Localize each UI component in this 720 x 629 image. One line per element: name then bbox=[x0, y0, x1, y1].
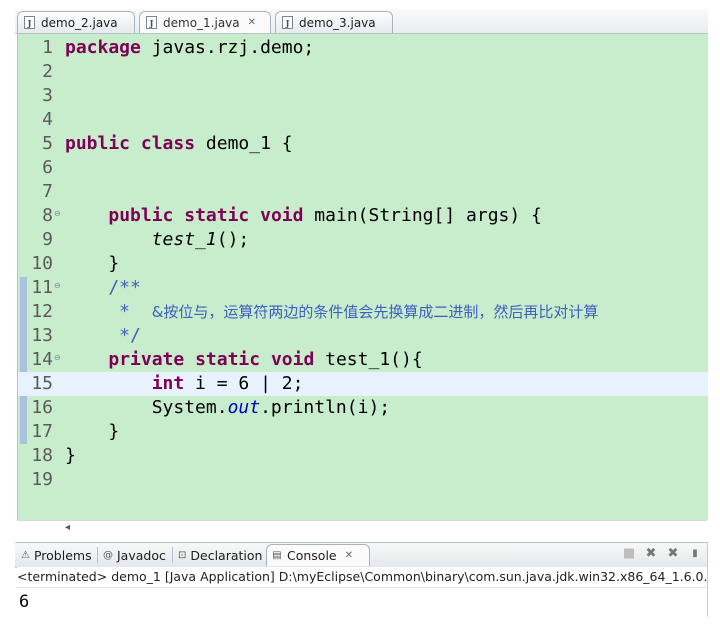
java-file-icon: J bbox=[146, 16, 157, 29]
code-text: public static void main(String[] args) { bbox=[108, 205, 542, 226]
code-line[interactable]: 5 public class demo_1 { bbox=[18, 132, 708, 156]
code-line[interactable]: 10 } bbox=[18, 252, 708, 276]
panel-border bbox=[707, 542, 708, 617]
tab-label: demo_3.java bbox=[299, 15, 376, 30]
line-number: 6 bbox=[42, 157, 53, 178]
fold-toggle-icon[interactable]: ⊖ bbox=[54, 353, 61, 362]
code-line[interactable]: 3 bbox=[18, 84, 708, 108]
line-number: 4 bbox=[42, 109, 53, 130]
tab-javadoc[interactable]: @ Javadoc bbox=[99, 544, 171, 566]
tab-demo-1[interactable]: J demo_1.java ✕ bbox=[139, 11, 271, 33]
code-text: int i = 6 | 2; bbox=[151, 373, 304, 394]
code-line[interactable]: 17 } bbox=[18, 420, 708, 444]
line-number: 14 bbox=[31, 349, 53, 370]
console-toolbar: ■ ✖ ✖ ▮ bbox=[622, 546, 702, 561]
tab-label: Console bbox=[287, 548, 337, 563]
line-number: 1 bbox=[42, 37, 53, 58]
problems-icon: ⚠ bbox=[21, 549, 30, 561]
code-text: } bbox=[65, 421, 120, 442]
code-editor[interactable]: 1 package javas.rzj.demo; 2 3 4 5 public… bbox=[17, 34, 708, 520]
code-line[interactable]: 8 ⊖ public static void main(String[] arg… bbox=[18, 204, 708, 228]
code-line[interactable]: 2 bbox=[18, 60, 708, 84]
code-text: System.out.println(i); bbox=[151, 397, 391, 418]
tab-demo-2[interactable]: J demo_2.java bbox=[17, 11, 135, 33]
javadoc-icon: @ bbox=[103, 549, 113, 561]
code-text: public class demo_1 { bbox=[65, 133, 293, 154]
code-line[interactable]: 1 package javas.rzj.demo; bbox=[18, 36, 708, 60]
remove-all-icon[interactable]: ✖ bbox=[666, 546, 680, 561]
code-line[interactable]: 18 } bbox=[18, 444, 708, 468]
line-number: 10 bbox=[31, 253, 53, 274]
code-text: private static void test_1(){ bbox=[108, 349, 423, 370]
code-line[interactable]: 13 */ bbox=[18, 324, 708, 348]
tab-problems[interactable]: ⚠ Problems bbox=[17, 544, 95, 566]
horizontal-scrollbar[interactable]: ◂ bbox=[17, 520, 707, 539]
code-line[interactable]: 16 System.out.println(i); bbox=[18, 396, 708, 420]
tab-divider bbox=[172, 547, 173, 563]
scroll-left-icon[interactable]: ◂ bbox=[65, 522, 70, 533]
java-file-icon: J bbox=[24, 16, 35, 29]
editor-tab-bar: J demo_2.java J demo_1.java ✕ J demo_3.j… bbox=[15, 9, 708, 34]
tab-console[interactable]: ▤ Console ✕ bbox=[266, 544, 370, 566]
line-number: 11 bbox=[31, 277, 53, 298]
code-line-current[interactable]: 15 int i = 6 | 2; bbox=[18, 372, 708, 396]
javadoc-text: /** bbox=[65, 277, 141, 298]
line-number: 8 bbox=[42, 205, 53, 226]
line-number: 16 bbox=[31, 397, 53, 418]
line-number: 18 bbox=[31, 445, 53, 466]
line-number: 19 bbox=[31, 469, 53, 490]
tab-label: Problems bbox=[33, 547, 92, 563]
tab-divider bbox=[97, 547, 98, 563]
declaration-icon: ⊡ bbox=[178, 549, 187, 561]
tab-label: demo_1.java bbox=[163, 15, 240, 30]
code-line[interactable]: 7 bbox=[18, 180, 708, 204]
fold-toggle-icon[interactable]: ⊖ bbox=[54, 209, 61, 218]
tab-label: demo_2.java bbox=[41, 15, 118, 30]
code-text: } bbox=[65, 445, 76, 466]
javadoc-text: * &按位与，运算符两边的条件值会先换算成二进制，然后再比对计算 bbox=[65, 301, 599, 322]
code-line[interactable]: 14 ⊖ private static void test_1(){ bbox=[18, 348, 708, 372]
console-output-text: 6 bbox=[19, 592, 30, 612]
java-file-icon: J bbox=[282, 16, 293, 29]
line-number: 2 bbox=[42, 61, 53, 82]
javadoc-text: */ bbox=[65, 325, 141, 346]
tab-demo-3[interactable]: J demo_3.java bbox=[275, 11, 393, 33]
code-line[interactable]: 12 * &按位与，运算符两边的条件值会先换算成二进制，然后再比对计算 bbox=[18, 300, 708, 324]
line-number: 15 bbox=[31, 373, 53, 394]
tab-label: Javadoc bbox=[117, 547, 166, 563]
console-output[interactable]: 6 bbox=[17, 587, 707, 618]
tab-label: Declaration bbox=[190, 547, 263, 563]
code-line[interactable]: 19 bbox=[18, 468, 708, 492]
close-icon[interactable]: ✕ bbox=[345, 550, 353, 561]
console-icon: ▤ bbox=[272, 550, 282, 561]
line-number: 17 bbox=[31, 421, 53, 442]
line-number: 13 bbox=[31, 325, 53, 346]
console-status-line: <terminated> demo_1 [Java Application] D… bbox=[17, 567, 707, 587]
line-number: 9 bbox=[42, 229, 53, 250]
code-text: test_1(); bbox=[151, 229, 250, 250]
fold-toggle-icon[interactable]: ⊖ bbox=[54, 281, 61, 290]
code-text: } bbox=[65, 253, 120, 274]
code-line[interactable]: 11 ⊖ /** bbox=[18, 276, 708, 300]
close-icon[interactable]: ✕ bbox=[248, 17, 256, 28]
remove-launch-icon[interactable]: ✖ bbox=[644, 546, 658, 561]
code-line[interactable]: 9 test_1(); bbox=[18, 228, 708, 252]
line-number: 3 bbox=[42, 85, 53, 106]
line-number: 12 bbox=[31, 301, 53, 322]
terminate-icon[interactable]: ■ bbox=[622, 546, 636, 561]
code-text: package javas.rzj.demo; bbox=[65, 37, 315, 58]
panel-tab-bar: ⚠ Problems @ Javadoc ⊡ Declaration ▤ Con… bbox=[15, 542, 708, 568]
code-line[interactable]: 4 bbox=[18, 108, 708, 132]
tab-declaration[interactable]: ⊡ Declaration bbox=[174, 544, 264, 566]
line-number: 5 bbox=[42, 133, 53, 154]
scroll-lock-icon[interactable]: ▮ bbox=[688, 548, 702, 559]
line-number: 7 bbox=[42, 181, 53, 202]
code-line[interactable]: 6 bbox=[18, 156, 708, 180]
